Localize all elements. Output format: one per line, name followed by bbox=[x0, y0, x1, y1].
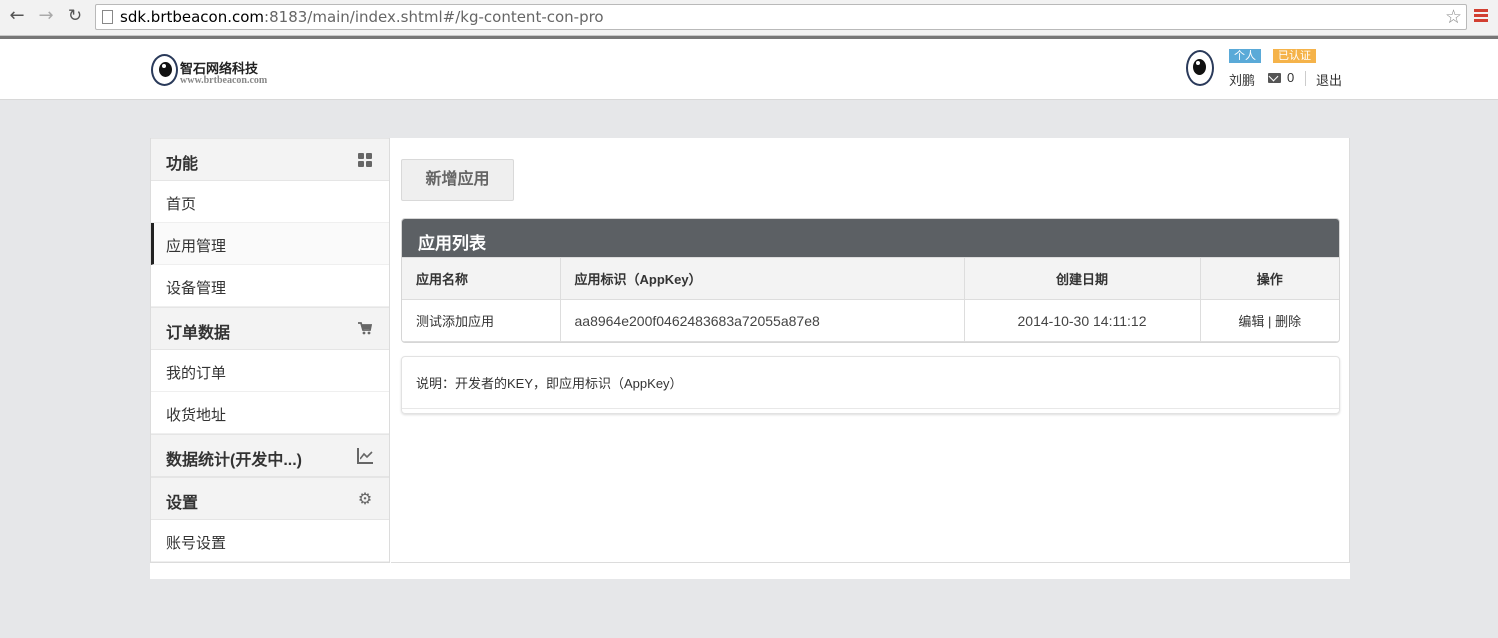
sidebar-section-title: 设置 bbox=[166, 495, 199, 512]
sidebar-item-device-management[interactable]: 设备管理 bbox=[151, 265, 389, 307]
reload-icon[interactable]: ↻ bbox=[64, 5, 86, 27]
grid-icon bbox=[357, 152, 373, 168]
main-container: 功能 首页 应用管理 设备管理 订单数据 我的订单 收货地址 数据统计(开发中.… bbox=[150, 138, 1350, 579]
forward-arrow-icon[interactable]: → bbox=[35, 5, 57, 27]
mail-count[interactable]: 0 bbox=[1287, 70, 1294, 85]
panel-header: 应用列表 bbox=[402, 219, 1339, 257]
note-text: 说明：开发者的KEY，即应用标识（AppKey） bbox=[416, 376, 683, 391]
line-chart-icon bbox=[357, 448, 373, 464]
logout-link[interactable]: 退出 bbox=[1316, 70, 1342, 89]
edit-link[interactable]: 编辑 bbox=[1238, 314, 1264, 329]
logo[interactable]: 智石网络科技 www.brtbeacon.com bbox=[151, 54, 301, 88]
browser-menu-icon[interactable] bbox=[1474, 9, 1488, 24]
sidebar-section-title: 功能 bbox=[166, 156, 199, 173]
panel-title: 应用列表 bbox=[418, 234, 486, 253]
app-table: 应用名称 应用标识（AppKey） 创建日期 操作 测试添加应用 aa8964e… bbox=[402, 257, 1339, 342]
url-text: sdk.brtbeacon.com:8183/main/index.shtml#… bbox=[120, 8, 604, 26]
app-name-cell: 测试添加应用 bbox=[402, 299, 561, 342]
sidebar-section-settings: 设置 ⚙ bbox=[151, 477, 389, 520]
header-separator bbox=[1305, 71, 1306, 86]
cart-icon bbox=[357, 321, 373, 337]
sidebar-item-account-settings[interactable]: 账号设置 bbox=[151, 520, 389, 562]
sidebar-item-label: 设备管理 bbox=[166, 280, 227, 297]
sidebar-section-features: 功能 bbox=[151, 138, 389, 181]
sidebar-item-app-management[interactable]: 应用管理 bbox=[151, 223, 389, 265]
sidebar-item-my-orders[interactable]: 我的订单 bbox=[151, 350, 389, 392]
address-bar[interactable]: sdk.brtbeacon.com:8183/main/index.shtml#… bbox=[95, 4, 1467, 30]
column-header-actions: 操作 bbox=[1200, 257, 1339, 300]
sidebar-item-label: 应用管理 bbox=[166, 238, 227, 255]
logo-eye-icon bbox=[151, 54, 178, 86]
column-header-name: 应用名称 bbox=[402, 257, 561, 300]
sidebar-item-label: 收货地址 bbox=[166, 407, 227, 424]
sidebar-section-statistics[interactable]: 数据统计(开发中...) bbox=[151, 434, 389, 477]
sidebar-section-title: 订单数据 bbox=[166, 325, 231, 342]
sidebar-item-label: 账号设置 bbox=[166, 535, 227, 552]
mail-icon[interactable] bbox=[1268, 73, 1281, 83]
username[interactable]: 刘鹏 bbox=[1229, 70, 1255, 89]
column-header-created: 创建日期 bbox=[964, 257, 1201, 300]
gear-icon: ⚙ bbox=[357, 489, 373, 508]
sidebar-section-orders: 订单数据 bbox=[151, 307, 389, 350]
verified-badge: 已认证 bbox=[1273, 49, 1316, 63]
note-divider bbox=[402, 408, 1339, 409]
sidebar-item-label: 我的订单 bbox=[166, 365, 227, 382]
sidebar-section-title: 数据统计(开发中...) bbox=[166, 452, 302, 469]
table-header-row: 应用名称 应用标识（AppKey） 创建日期 操作 bbox=[402, 257, 1339, 300]
sidebar: 功能 首页 应用管理 设备管理 订单数据 我的订单 收货地址 数据统计(开发中.… bbox=[150, 138, 390, 563]
add-app-button[interactable]: 新增应用 bbox=[401, 159, 514, 201]
content-area: 新增应用 应用列表 应用名称 应用标识（AppKey） 创建日期 操作 测试添加… bbox=[391, 138, 1350, 563]
note-box: 说明：开发者的KEY，即应用标识（AppKey） bbox=[401, 356, 1340, 414]
created-date-cell: 2014-10-30 14:11:12 bbox=[964, 299, 1201, 342]
account-type-badge: 个人 bbox=[1229, 49, 1261, 63]
sidebar-item-home[interactable]: 首页 bbox=[151, 181, 389, 223]
page-icon bbox=[102, 10, 113, 24]
bookmark-star-icon[interactable]: ☆ bbox=[1445, 6, 1462, 28]
sidebar-item-label: 首页 bbox=[166, 196, 197, 213]
appkey-cell: aa8964e200f0462483683a72055a87e8 bbox=[560, 299, 965, 342]
actions-cell: 编辑 | 删除 bbox=[1200, 299, 1339, 342]
action-divider: | bbox=[1268, 314, 1272, 329]
delete-link[interactable]: 删除 bbox=[1275, 314, 1301, 329]
logo-url: www.brtbeacon.com bbox=[180, 75, 268, 86]
browser-toolbar: ← → ↻ sdk.brtbeacon.com:8183/main/index.… bbox=[0, 0, 1498, 36]
table-row: 测试添加应用 aa8964e200f0462483683a72055a87e8 … bbox=[402, 299, 1339, 342]
sidebar-item-shipping-address[interactable]: 收货地址 bbox=[151, 392, 389, 434]
back-arrow-icon[interactable]: ← bbox=[6, 5, 28, 27]
column-header-appkey: 应用标识（AppKey） bbox=[560, 257, 965, 300]
app-list-panel: 应用列表 应用名称 应用标识（AppKey） 创建日期 操作 测试添加应用 aa… bbox=[401, 218, 1340, 343]
avatar[interactable] bbox=[1186, 50, 1214, 86]
site-header: 智石网络科技 www.brtbeacon.com 个人 已认证 刘鹏 0 退出 bbox=[0, 39, 1498, 100]
